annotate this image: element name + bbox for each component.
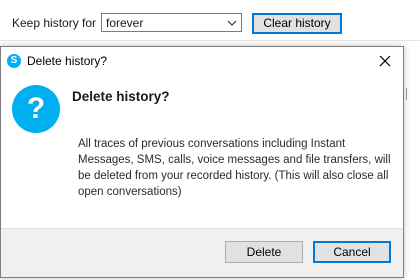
dialog-content: ? Delete history? All traces of previous… (1, 75, 403, 228)
keep-history-select[interactable]: forever (101, 13, 242, 32)
history-settings-row: Keep history for forever Clear history (0, 0, 420, 44)
dialog-title: Delete history? (27, 54, 108, 68)
settings-divider (0, 40, 420, 41)
question-mark-icon: ? (12, 85, 60, 133)
keep-history-select-value: forever (106, 16, 144, 30)
dialog-message: All traces of previous conversations inc… (78, 138, 391, 198)
chevron-down-icon (227, 20, 237, 26)
dialog-footer: Delete Cancel (1, 228, 403, 277)
skype-logo-icon: S (7, 54, 21, 68)
delete-button[interactable]: Delete (225, 241, 303, 263)
delete-history-dialog: S Delete history? ? Delete history? All … (0, 46, 404, 278)
close-icon[interactable] (379, 55, 391, 67)
dialog-titlebar[interactable]: S Delete history? (1, 47, 403, 75)
background-window-edge (404, 44, 420, 280)
cancel-button[interactable]: Cancel (313, 241, 391, 263)
keep-history-label: Keep history for (12, 16, 97, 30)
background-separator (406, 88, 407, 100)
clear-history-button[interactable]: Clear history (252, 13, 342, 34)
dialog-heading: Delete history? (72, 89, 170, 104)
